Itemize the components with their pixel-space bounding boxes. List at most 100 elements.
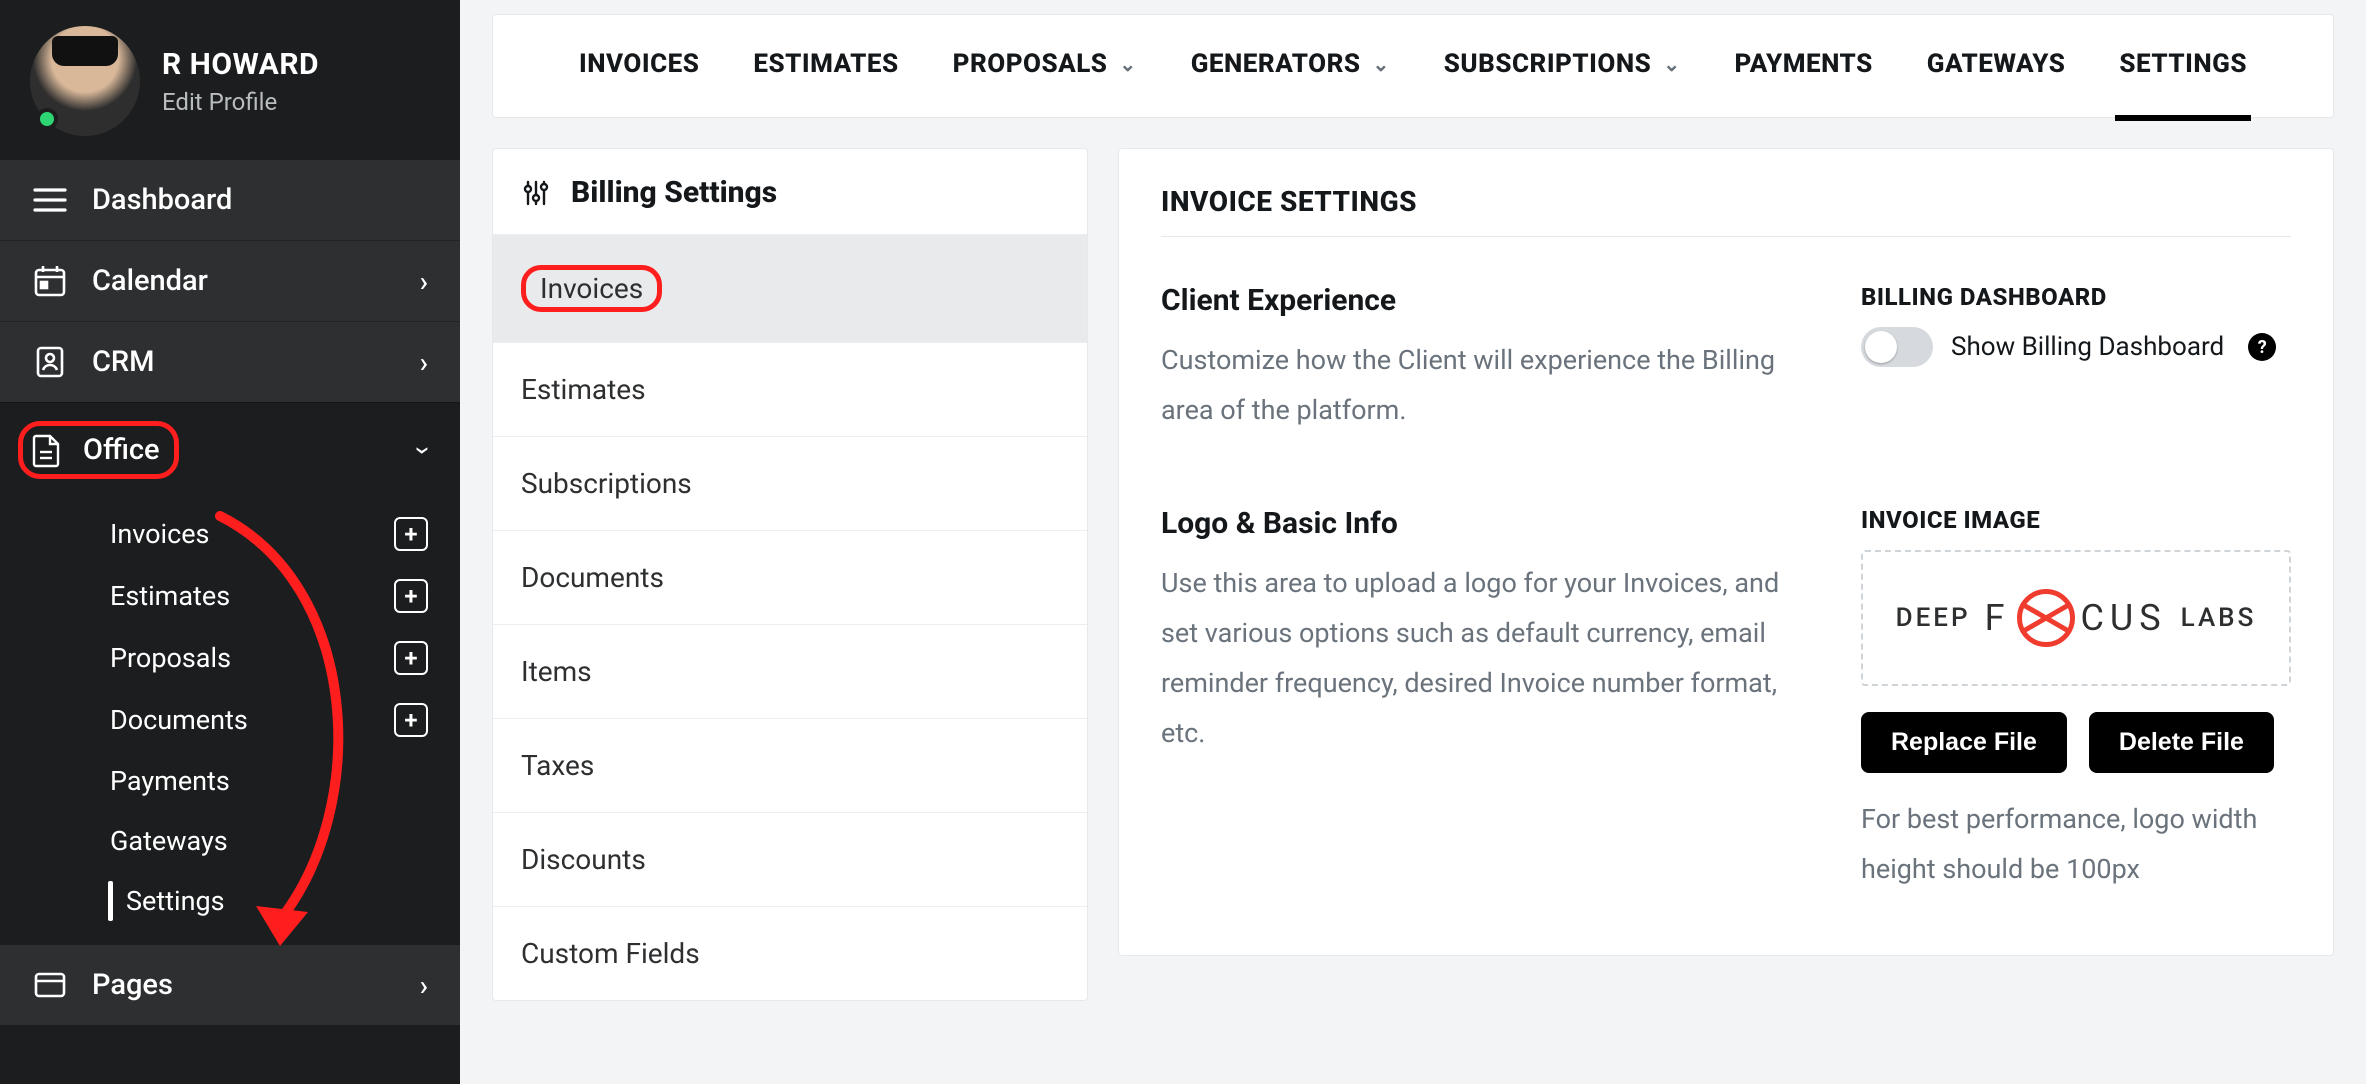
plus-icon[interactable]: + (394, 517, 428, 551)
tab-subscriptions[interactable]: SUBSCRIPTIONS ⌄ (1444, 49, 1681, 83)
invoice-image-heading: INVOICE IMAGE (1861, 506, 2291, 534)
show-billing-dashboard-toggle[interactable] (1861, 327, 1933, 367)
office-submenu: Invoices + Estimates + Proposals + Docum… (0, 497, 460, 945)
tab-label: INVOICES (579, 49, 699, 79)
tab-label: PAYMENTS (1735, 49, 1873, 79)
logo-text-right: LABS (2181, 603, 2257, 633)
logo-hint: For best performance, logo width height … (1861, 795, 2291, 895)
tab-label: SUBSCRIPTIONS (1444, 49, 1651, 79)
button-row: Replace File Delete File (1861, 712, 2291, 773)
chevron-down-icon: ⌄ (1663, 52, 1680, 76)
profile-block: R HOWARD Edit Profile (0, 0, 460, 160)
sub-label: Settings (126, 885, 225, 917)
avatar-wrap (30, 26, 140, 136)
invoice-logo-preview: DEEP F CUS LABS (1861, 550, 2291, 686)
help-icon[interactable]: ? (2248, 333, 2276, 361)
annotation-highlight: Invoices (521, 265, 662, 312)
logo-letters: CUS (2081, 597, 2167, 639)
toggle-row: Show Billing Dashboard ? (1861, 327, 2291, 367)
tab-gateways[interactable]: GATEWAYS (1927, 49, 2066, 83)
settings-item-label: Discounts (521, 843, 646, 876)
settings-item-items[interactable]: Items (493, 624, 1087, 718)
calendar-icon (32, 263, 68, 299)
settings-item-invoices[interactable]: Invoices (493, 234, 1087, 342)
nav-label: Dashboard (92, 183, 232, 217)
document-icon (29, 432, 65, 468)
online-indicator (36, 108, 58, 130)
settings-item-discounts[interactable]: Discounts (493, 812, 1087, 906)
settings-item-label: Items (521, 655, 592, 688)
billing-settings-column: Billing Settings Invoices Estimates Subs… (492, 148, 1088, 1001)
edit-profile-link[interactable]: Edit Profile (162, 88, 319, 116)
settings-title: Billing Settings (571, 175, 777, 210)
annotation-highlight: Office (18, 421, 179, 479)
tab-payments[interactable]: PAYMENTS (1735, 49, 1873, 83)
settings-item-custom-fields[interactable]: Custom Fields (493, 906, 1087, 1000)
settings-item-label: Taxes (521, 749, 594, 782)
sub-gateways[interactable]: Gateways (0, 811, 460, 871)
sub-label: Payments (110, 765, 230, 797)
settings-item-subscriptions[interactable]: Subscriptions (493, 436, 1087, 530)
nav-calendar[interactable]: Calendar › (0, 240, 460, 321)
sub-label: Gateways (110, 825, 228, 857)
settings-item-estimates[interactable]: Estimates (493, 342, 1087, 436)
settings-item-taxes[interactable]: Taxes (493, 718, 1087, 812)
nav-label: Calendar (92, 264, 208, 298)
replace-file-button[interactable]: Replace File (1861, 712, 2067, 773)
content-row: Billing Settings Invoices Estimates Subs… (460, 118, 2366, 1001)
delete-file-button[interactable]: Delete File (2089, 712, 2274, 773)
main: INVOICES ESTIMATES PROPOSALS⌄ GENERATORS… (460, 0, 2366, 1084)
hamburger-icon (32, 182, 68, 218)
tab-estimates[interactable]: ESTIMATES (753, 49, 898, 83)
nav-label: CRM (92, 345, 155, 379)
nav-pages[interactable]: Pages › (0, 945, 460, 1025)
tab-label: SETTINGS (2119, 49, 2247, 79)
sub-estimates[interactable]: Estimates + (0, 565, 460, 627)
sub-proposals[interactable]: Proposals + (0, 627, 460, 689)
nav-label: Pages (92, 968, 173, 1002)
plus-icon[interactable]: + (394, 641, 428, 675)
contact-book-icon (32, 344, 68, 380)
logo-text-mid: F CUS (1985, 589, 2167, 647)
invoice-settings-panel: INVOICE SETTINGS Client Experience Custo… (1118, 148, 2334, 956)
chevron-right-icon: › (420, 346, 428, 379)
sub-settings[interactable]: Settings (0, 871, 460, 931)
tab-generators[interactable]: GENERATORS⌄ (1191, 49, 1390, 83)
settings-item-label: Estimates (521, 373, 646, 406)
section-title: Logo & Basic Info (1161, 506, 1801, 541)
section-description: Use this area to upload a logo for your … (1161, 559, 1801, 759)
chevron-right-icon: › (420, 265, 428, 298)
logo-letter: F (1985, 597, 2011, 639)
sub-label: Proposals (110, 642, 231, 674)
section-description: Customize how the Client will experience… (1161, 336, 1801, 436)
tab-label: GATEWAYS (1927, 49, 2066, 79)
settings-item-label: Custom Fields (521, 937, 700, 970)
tabs-bar: INVOICES ESTIMATES PROPOSALS⌄ GENERATORS… (492, 14, 2334, 118)
panel-heading: INVOICE SETTINGS (1161, 185, 2291, 237)
nav-crm[interactable]: CRM › (0, 321, 460, 402)
plus-icon[interactable]: + (394, 703, 428, 737)
settings-item-label: Subscriptions (521, 467, 692, 500)
sub-invoices[interactable]: Invoices + (0, 503, 460, 565)
sub-label: Invoices (110, 518, 209, 550)
logo-text-left: DEEP (1896, 603, 1971, 633)
chevron-down-icon: ⌄ (1373, 52, 1390, 76)
sub-payments[interactable]: Payments (0, 751, 460, 811)
tab-proposals[interactable]: PROPOSALS⌄ (953, 49, 1137, 83)
pages-icon (32, 967, 68, 1003)
settings-item-documents[interactable]: Documents (493, 530, 1087, 624)
primary-nav: Dashboard Calendar › CRM › (0, 160, 460, 1025)
billing-dashboard-heading: BILLING DASHBOARD (1861, 283, 2291, 311)
settings-item-label: Invoices (540, 272, 643, 305)
tab-invoices[interactable]: INVOICES (579, 49, 699, 83)
settings-item-label: Documents (521, 561, 664, 594)
sub-label: Estimates (110, 580, 230, 612)
toggle-label: Show Billing Dashboard (1951, 332, 2224, 362)
sub-documents[interactable]: Documents + (0, 689, 460, 751)
nav-dashboard[interactable]: Dashboard (0, 160, 460, 240)
plus-icon[interactable]: + (394, 579, 428, 613)
tab-settings[interactable]: SETTINGS (2119, 49, 2247, 83)
nav-office[interactable]: Office › (0, 402, 460, 497)
section-title: Client Experience (1161, 283, 1801, 318)
settings-heading: Billing Settings (493, 149, 1087, 234)
